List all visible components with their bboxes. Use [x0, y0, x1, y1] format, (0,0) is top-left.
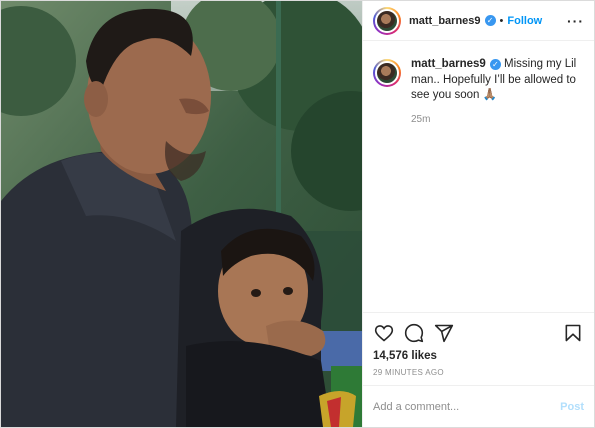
comments-section: matt_barnes9 ✓ Missing my Lil man.. Hopef…	[363, 41, 594, 312]
post-timestamp[interactable]: 29 MINUTES AGO	[373, 368, 584, 377]
caption: matt_barnes9 ✓ Missing my Lil man.. Hopef…	[411, 57, 584, 104]
action-icons	[373, 321, 584, 345]
avatar[interactable]	[373, 6, 401, 35]
bookmark-icon[interactable]	[562, 322, 584, 344]
caption-time: 25m	[411, 113, 431, 125]
post-comment-button[interactable]: Post	[560, 401, 584, 413]
post-side-panel: matt_barnes9 ✓ • Follow ··· matt_barnes9…	[362, 1, 594, 427]
caption-verified-badge-icon: ✓	[489, 59, 501, 70]
caption-username[interactable]: matt_barnes9	[411, 58, 486, 70]
header-username[interactable]: matt_barnes9	[409, 15, 481, 27]
caption-row: matt_barnes9 ✓ Missing my Lil man.. Hopef…	[373, 57, 584, 104]
photo-illustration	[1, 1, 362, 427]
post-header: matt_barnes9 ✓ • Follow ···	[363, 1, 594, 41]
post-photo[interactable]	[1, 1, 362, 427]
instagram-post: matt_barnes9 ✓ • Follow ··· matt_barnes9…	[0, 0, 595, 428]
likes-count[interactable]: 14,576 likes	[373, 350, 584, 362]
caption-avatar-image	[375, 61, 399, 85]
follow-button[interactable]: Follow	[507, 15, 542, 27]
comment-bubble-icon[interactable]	[403, 322, 425, 344]
actions-area: 14,576 likes 29 MINUTES AGO	[363, 312, 594, 385]
caption-avatar[interactable]	[373, 59, 401, 87]
add-comment-bar: Post	[363, 385, 594, 427]
paper-plane-icon[interactable]	[433, 322, 455, 344]
avatar-image	[375, 8, 399, 33]
more-options-icon[interactable]: ···	[567, 14, 584, 28]
comment-input[interactable]	[373, 400, 561, 413]
heart-icon[interactable]	[373, 322, 395, 344]
verified-badge-icon: ✓	[484, 15, 496, 26]
header-separator: •	[499, 14, 504, 27]
